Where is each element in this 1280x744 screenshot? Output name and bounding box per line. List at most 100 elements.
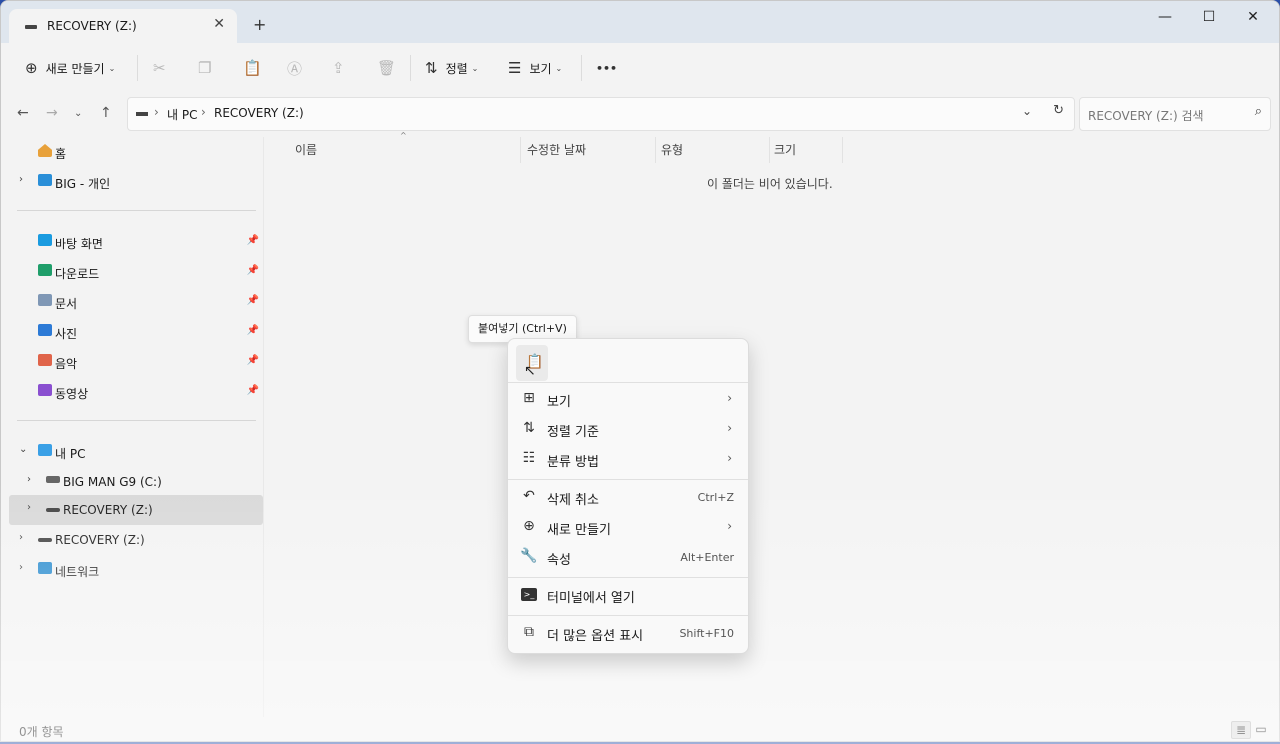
close-window-button[interactable]: ✕	[1238, 9, 1268, 25]
plus-circle-icon: ⊕	[25, 59, 38, 77]
sort-caret-icon: ^	[400, 131, 407, 140]
empty-folder-message: 이 폴더는 비어 있습니다.	[707, 177, 833, 191]
menu-item-group-by[interactable]: ☷ 분류 방법 ›	[512, 445, 744, 475]
tiles-view-icon[interactable]: ▭	[1252, 721, 1270, 737]
details-view-icon[interactable]: ≣	[1231, 721, 1251, 739]
pin-icon[interactable]: 📌	[247, 385, 259, 396]
desktop-folder-icon	[38, 234, 52, 246]
breadcrumb-this-pc[interactable]: 내 PC	[167, 106, 197, 123]
pin-icon[interactable]: 📌	[247, 325, 259, 336]
chevron-down-icon[interactable]: ⌄	[1022, 104, 1032, 118]
search-icon: ⌕	[1254, 104, 1262, 119]
search-input[interactable]: RECOVERY (Z:) 검색 ⌕	[1079, 97, 1271, 131]
column-name[interactable]: 이름	[295, 141, 317, 163]
paste-button[interactable]: 📋	[243, 43, 262, 93]
recent-dropdown[interactable]: ⌄	[74, 108, 82, 119]
menu-item-sort-by[interactable]: ⇅ 정렬 기준 ›	[512, 415, 744, 445]
menu-item-properties[interactable]: 🔧 속성 Alt+Enter	[512, 543, 744, 573]
sidebar-item-network[interactable]: › 네트워크	[9, 555, 263, 585]
terminal-icon: >_	[521, 588, 537, 601]
chevron-right-icon[interactable]: ›	[19, 562, 23, 573]
chevron-right-icon[interactable]: ›	[19, 174, 23, 185]
clipboard-icon: 📋	[243, 59, 262, 77]
forward-button[interactable]: →	[46, 105, 58, 121]
computer-icon	[38, 444, 52, 456]
menu-item-more-options[interactable]: ⧉ 더 많은 옵션 표시 Shift+F10	[512, 619, 744, 649]
chevron-right-icon: ›	[727, 421, 732, 435]
sidebar-item-this-pc[interactable]: ⌄ 내 PC	[9, 437, 263, 467]
chevron-right-icon: ›	[727, 451, 732, 465]
new-tab-button[interactable]: +	[253, 15, 266, 34]
network-icon	[38, 562, 52, 574]
more-button[interactable]: •••	[596, 43, 617, 93]
sidebar-item-drive-z-selected[interactable]: › RECOVERY (Z:)	[9, 495, 263, 525]
close-tab-icon[interactable]: ✕	[213, 16, 225, 32]
rename-button[interactable]: Ⓐ	[287, 43, 302, 93]
maximize-button[interactable]: ☐	[1194, 9, 1224, 25]
sidebar-item-music[interactable]: 음악 📌	[9, 347, 263, 377]
menu-item-open-terminal[interactable]: >_ 터미널에서 열기	[512, 581, 744, 611]
sidebar-item-home[interactable]: 홈	[9, 137, 263, 167]
wrench-icon: 🔧	[520, 548, 538, 564]
view-button[interactable]: ☰ 보기 ⌄	[508, 43, 562, 93]
chevron-right-icon[interactable]: ›	[27, 502, 31, 513]
sort-icon: ⇅	[425, 59, 438, 77]
back-button[interactable]: ←	[17, 105, 29, 121]
chevron-down-icon[interactable]: ⌄	[19, 444, 27, 455]
tab-recovery[interactable]: RECOVERY (Z:) ✕	[9, 9, 237, 43]
share-icon: ⇪	[332, 59, 345, 77]
pin-icon[interactable]: 📌	[247, 265, 259, 276]
drive-icon	[136, 112, 148, 116]
chevron-down-icon: ⌄	[555, 63, 563, 73]
sidebar-item-big-personal[interactable]: › BIG - 개인	[9, 167, 263, 197]
sort-button[interactable]: ⇅ 정렬 ⌄	[425, 43, 478, 93]
sidebar-item-pictures[interactable]: 사진 📌	[9, 317, 263, 347]
pin-icon[interactable]: 📌	[247, 295, 259, 306]
copy-button[interactable]: ❐	[198, 43, 211, 93]
menu-item-new[interactable]: ⊕ 새로 만들기 ›	[512, 513, 744, 543]
pictures-folder-icon	[38, 324, 52, 336]
share-button[interactable]: ⇪	[332, 43, 345, 93]
sidebar-item-drive-c[interactable]: › BIG MAN G9 (C:)	[9, 467, 263, 497]
column-modified[interactable]: 수정한 날짜	[527, 141, 586, 163]
delete-button[interactable]: 🗑	[377, 43, 396, 93]
menu-item-undo-delete[interactable]: ↶ 삭제 취소 Ctrl+Z	[512, 483, 744, 513]
chevron-right-icon[interactable]: ›	[19, 532, 23, 543]
trash-icon: 🗑	[377, 59, 397, 77]
drive-icon	[46, 476, 60, 483]
file-list[interactable]: 이름 ^ 수정한 날짜 유형 크기 이 폴더는 비어 있습니다.	[264, 131, 1279, 717]
pin-icon[interactable]: 📌	[247, 355, 259, 366]
cut-button[interactable]: ✂	[153, 43, 166, 93]
new-label: 새로 만들기	[45, 61, 105, 76]
pin-icon[interactable]: 📌	[247, 235, 259, 246]
sidebar-item-documents[interactable]: 문서 📌	[9, 287, 263, 317]
address-bar[interactable]: › 내 PC › RECOVERY (Z:) ⌄ ↻	[127, 97, 1075, 131]
cloud-folder-icon	[38, 174, 52, 186]
chevron-right-icon[interactable]: ›	[27, 474, 31, 485]
tab-title: RECOVERY (Z:)	[47, 19, 137, 33]
menu-item-view[interactable]: ⊞ 보기 ›	[512, 385, 744, 415]
sidebar-item-desktop[interactable]: 바탕 화면 📌	[9, 227, 263, 257]
new-button[interactable]: ⊕ 새로 만들기 ⌄	[25, 43, 115, 93]
column-type[interactable]: 유형	[661, 141, 683, 163]
sidebar-item-videos[interactable]: 동영상 📌	[9, 377, 263, 407]
title-bar: RECOVERY (Z:) ✕ + — ☐ ✕	[1, 1, 1279, 43]
undo-icon: ↶	[523, 488, 535, 504]
sidebar-item-drive-z[interactable]: › RECOVERY (Z:)	[9, 525, 263, 555]
search-placeholder: RECOVERY (Z:) 검색	[1088, 109, 1204, 123]
sidebar-item-downloads[interactable]: 다운로드 📌	[9, 257, 263, 287]
chevron-right-icon: ›	[727, 519, 732, 533]
sort-icon: ⇅	[523, 420, 535, 436]
column-size[interactable]: 크기	[774, 141, 796, 163]
grid-icon: ⊞	[523, 390, 535, 406]
rename-icon: Ⓐ	[287, 59, 303, 78]
context-menu: 📋 ↖ ⊞ 보기 › ⇅ 정렬 기준 › ☷ 분류 방법 › ↶ 삭제 취소 C…	[507, 338, 749, 654]
up-button[interactable]: ↑	[100, 105, 112, 121]
minimize-button[interactable]: —	[1150, 9, 1180, 25]
sort-label: 정렬	[445, 61, 468, 76]
music-folder-icon	[38, 354, 52, 366]
status-bar: 0개 항목 ≣ ▭	[1, 717, 1279, 741]
breadcrumb-recovery[interactable]: RECOVERY (Z:)	[214, 106, 304, 120]
plus-circle-icon: ⊕	[523, 518, 535, 534]
refresh-icon[interactable]: ↻	[1053, 103, 1064, 118]
